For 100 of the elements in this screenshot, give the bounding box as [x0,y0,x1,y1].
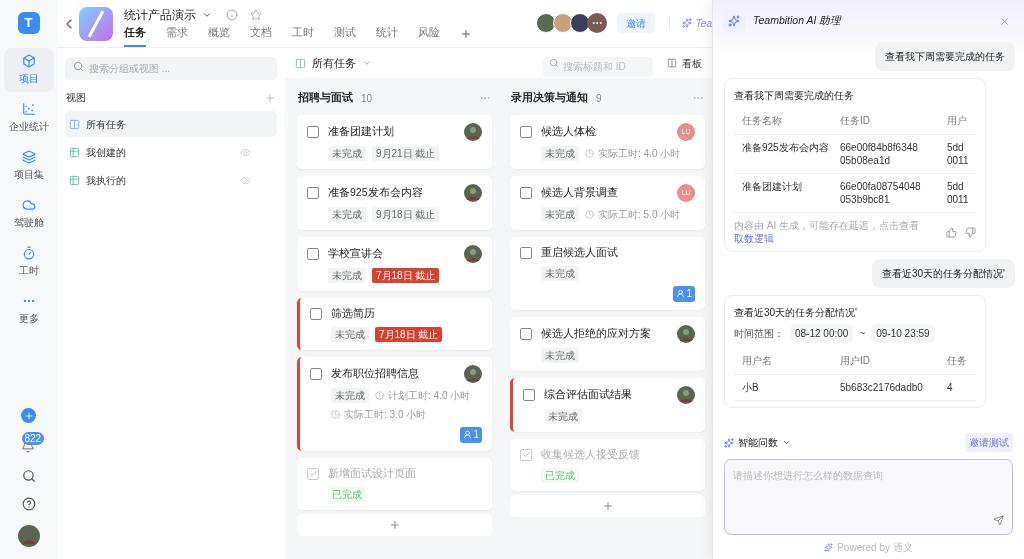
clock-icon [331,409,340,419]
task-title: 候选人背景调查 [541,185,619,201]
thumbs-down-icon[interactable] [965,226,976,238]
logic-link[interactable]: 取数逻辑 [734,233,774,244]
caret-icon[interactable] [202,10,212,20]
view-item[interactable]: 所有任务 [65,111,277,137]
table-header: 用户名 [741,354,773,368]
view-item[interactable]: 我创建的 [65,139,277,165]
notification-badge: 822 [21,432,45,445]
task-title: 发布职位招聘信息 [331,365,420,381]
nav-item[interactable]: 项目 [3,48,54,92]
range-start[interactable]: 08-12 00:00 [790,324,854,343]
brand-icon [824,542,834,552]
project-logo [79,6,113,41]
table-icon [69,146,80,158]
add-tab-icon[interactable] [460,27,472,40]
status-tag: 未完成 [541,146,579,161]
project-tab[interactable]: 测试 [334,25,356,47]
task-checkbox[interactable] [520,448,532,461]
table-icon [69,174,80,186]
nav-item[interactable]: 项目集 [3,144,54,188]
work-hours-text: 计划工时: 4.0 小时 [375,387,471,403]
view-selector[interactable]: 所有任务 [312,54,372,72]
send-icon[interactable] [993,515,1004,526]
answer-title: 查看我下周需要完成的任务 [734,89,855,103]
project-tab[interactable]: 概览 [208,25,230,47]
table-header: 任务名称 [741,114,783,128]
person-icon [676,289,686,299]
column-title: 录用决策与通知 [511,90,588,106]
task-checkbox[interactable] [520,126,532,138]
task-checkbox[interactable] [307,248,319,260]
sparkle-icon [724,437,734,448]
nav-item[interactable]: 驾驶舱 [3,192,54,236]
table-header: 任务 [947,354,968,368]
add-button[interactable] [21,408,36,423]
help-icon[interactable] [21,497,36,511]
table-header: 任务ID [840,114,871,128]
search-icon[interactable] [21,469,36,483]
task-checkbox[interactable] [523,388,535,401]
project-tab[interactable]: 需求 [166,25,188,47]
project-title[interactable]: 统计产品演示 [124,6,196,24]
table-header: 用户ID [840,354,871,368]
task-card[interactable]: 准备团建计划 未完成 9月21日 截止 [297,115,492,169]
status-tag: 未完成 [328,146,366,161]
section-title: 视图 [66,91,86,105]
user-avatar [464,184,482,202]
task-title: 候选人体检 [541,124,597,140]
task-checkbox[interactable] [310,367,322,380]
table-cell-text: 5dd 0011 [947,141,970,167]
thumbs-up-icon[interactable] [946,226,957,238]
user-avatar[interactable] [17,525,40,547]
task-card[interactable]: 筛选简历 未完成 7月18日 截止 [297,298,492,350]
task-card[interactable]: 重启候选人面试 未完成 1 [510,237,705,310]
project-tab[interactable]: 风险 [418,25,440,47]
search-icon [73,61,84,72]
task-card[interactable]: 准备925发布会内容 未完成 9月18日 截止 [297,176,492,230]
table-cell-text: 4 [947,381,954,394]
clock-icon [585,210,594,219]
answer-title: 查看近30天的任务分配情况' [734,306,859,320]
user-avatar [464,123,482,141]
task-card[interactable]: 候选人拒绝的应对方案 未完成 [510,316,705,371]
table-cell-text: 小B [741,381,760,394]
star-icon[interactable] [250,9,262,21]
mode-selector[interactable]: 智能问数 [724,435,791,450]
task-card[interactable]: 发布职位招聘信息 未完成 计划工时: 4.0 小时 实际工时: 3.0 小时 1 [297,356,492,451]
range-separator: ~ [859,327,866,341]
close-icon[interactable] [999,15,1010,27]
task-checkbox[interactable] [520,187,532,199]
project-tab[interactable]: 工时 [292,25,314,47]
task-checkbox[interactable] [520,246,532,259]
caret-icon [782,438,791,447]
task-checkbox[interactable] [520,327,532,340]
range-label: 时间范围： [734,327,784,341]
task-card[interactable]: 综合评估面试结果 未完成 [510,377,705,432]
task-checkbox[interactable] [307,467,319,480]
nav-item[interactable]: 更多 [3,288,54,332]
powered-by-text: Powered by 通义 [837,540,913,555]
status-tag: 已完成 [541,467,579,483]
view-mode-button[interactable]: 看板 [667,55,702,71]
board-icon [295,57,306,69]
project-tab[interactable]: 统计 [376,25,398,47]
view-item[interactable]: 我执行的 [65,167,277,193]
table-cell-text: 5b683c2176dadb0 [840,381,924,394]
invite-test-button[interactable]: 邀请测试 [965,433,1013,452]
range-end[interactable]: 09-10 23:59 [871,324,935,343]
nav-item[interactable]: 企业统计 [3,96,54,140]
task-checkbox[interactable] [307,126,319,138]
task-card[interactable]: 学校宣讲会 未完成 7月18日 截止 [297,237,492,291]
info-icon[interactable] [226,9,238,21]
search-field[interactable]: 搜索分组或视图 ... [65,57,277,80]
project-tab[interactable]: 文档 [250,25,272,47]
task-title: 综合评估面试结果 [544,386,633,402]
task-checkbox[interactable] [310,307,322,320]
plus-icon [601,499,614,512]
more-members-button[interactable] [586,13,607,33]
check-icon [308,469,318,479]
user-avatar [677,324,695,343]
nav-item[interactable]: 工时 [3,240,54,284]
task-checkbox[interactable] [307,187,319,199]
table-cell-text: 66e00fa08754048 053b9bc81 [840,180,922,206]
